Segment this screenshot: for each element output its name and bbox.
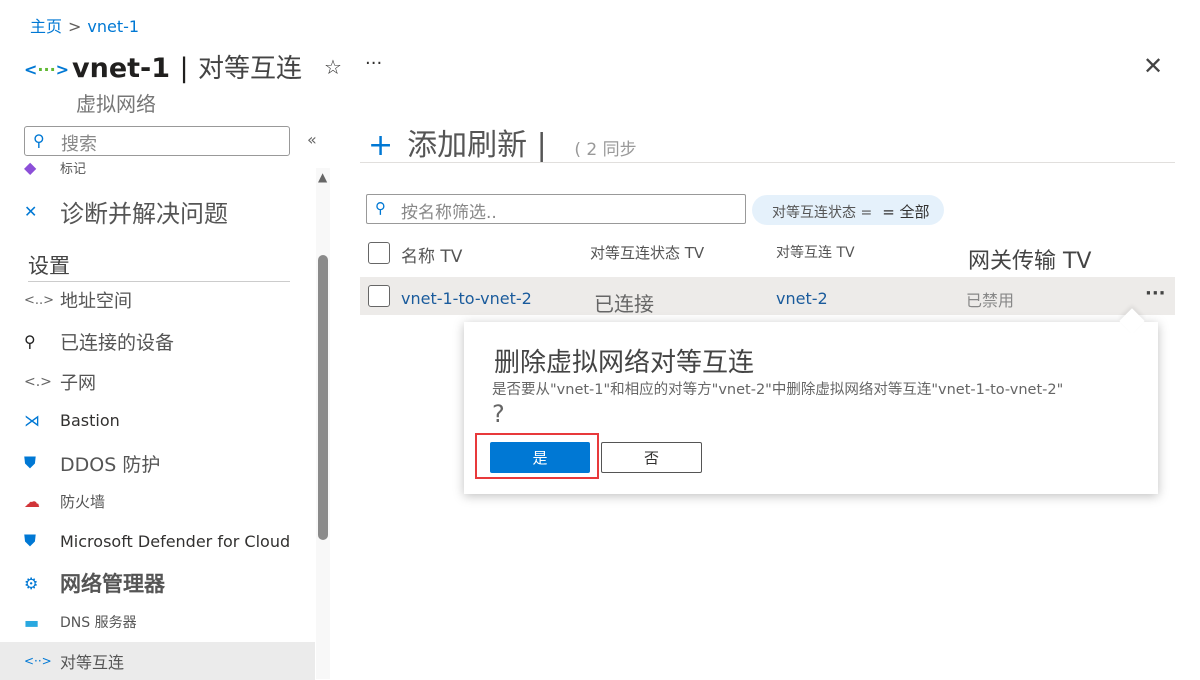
column-header-gateway[interactable]: 网关传输 TV	[968, 243, 1091, 275]
column-header-peer[interactable]: 对等互连 TV	[776, 242, 855, 262]
add-button[interactable]: 添加	[407, 128, 467, 163]
firewall-icon: ☁	[24, 491, 40, 511]
vnet-icon: <···>	[24, 60, 70, 79]
page-name: 对等互连	[197, 54, 302, 84]
sidebar-item-label: 子网	[60, 373, 96, 394]
sidebar-item-label: 网络管理器	[60, 572, 165, 596]
status-filter-pill[interactable]: 对等互连状态 = = 全部	[752, 195, 944, 225]
row-checkbox[interactable]	[368, 285, 390, 307]
defender-shield-icon: ⛊	[24, 531, 37, 550]
sidebar-scrollbar-thumb[interactable]	[318, 255, 328, 540]
refresh-button[interactable]: 刷新	[467, 128, 527, 163]
row-more-button[interactable]: ···	[1145, 283, 1166, 304]
dialog-question-mark: ?	[492, 400, 505, 428]
more-options-button[interactable]: ···	[365, 53, 382, 74]
sync-label: 同步	[602, 140, 637, 160]
peering-status: 已连接	[594, 292, 654, 316]
sidebar-item-firewall[interactable]: ☁ 防火墙	[0, 482, 315, 520]
sidebar-item-dns[interactable]: ▬ DNS 服务器	[0, 603, 315, 641]
dialog-title: 删除虚拟网络对等互连	[494, 348, 755, 378]
shield-icon: ⛊	[24, 453, 37, 472]
address-space-icon: <..>	[24, 292, 55, 308]
peer-link[interactable]: vnet-2	[776, 289, 828, 308]
subnet-icon: <.>	[24, 374, 52, 390]
name-filter-input[interactable]: ⚲ 按名称筛选..	[366, 194, 746, 224]
plug-icon: ⚲	[24, 331, 36, 351]
sync-count: 2	[586, 140, 598, 160]
sidebar-item-label: 防火墙	[60, 492, 106, 511]
sidebar-item-tags[interactable]: ◆ 标记	[0, 150, 315, 184]
sidebar-item-defender[interactable]: ⛊ Microsoft Defender for Cloud	[0, 522, 315, 560]
sidebar-item-label: 对等互连	[60, 653, 125, 672]
dialog-message-text: 是否要从"vnet-1"和相应的对等方"vnet-2"中删除虚拟网络对等互连"v…	[492, 382, 1064, 398]
select-all-checkbox[interactable]	[368, 242, 390, 264]
sidebar-item-label: DNS 服务器	[60, 615, 137, 631]
add-icon[interactable]: +	[368, 128, 393, 163]
sync-button[interactable]: ( 2 同步	[574, 140, 636, 160]
sidebar-item-address-space[interactable]: <..> 地址空间	[0, 281, 315, 319]
resource-name: vnet-1	[72, 53, 171, 84]
bastion-icon: ⋊	[24, 410, 40, 430]
sidebar-item-diagnose[interactable]: ✕ 诊断并解决问题	[0, 192, 315, 230]
breadcrumb: 主页 > vnet-1	[30, 13, 139, 37]
toolbar: + 添加刷新 | ( 2 同步	[368, 120, 637, 164]
filter-pill-value: = 全部	[882, 203, 930, 221]
dns-icon: ▬	[24, 612, 40, 632]
sidebar-item-label: 标记	[60, 161, 87, 177]
dialog-message: 是否要从"vnet-1"和相应的对等方"vnet-2"中删除虚拟网络对等互连"v…	[492, 378, 1152, 430]
delete-confirm-dialog: 删除虚拟网络对等互连 是否要从"vnet-1"和相应的对等方"vnet-2"中删…	[464, 322, 1158, 494]
filter-placeholder: 按名称筛选..	[401, 203, 497, 223]
collapse-sidebar-button[interactable]: «	[307, 130, 317, 149]
peering-icon: <··>	[24, 654, 52, 668]
sidebar-item-connected-devices[interactable]: ⚲ 已连接的设备	[0, 322, 315, 360]
peering-name-link[interactable]: vnet-1-to-vnet-2	[401, 289, 532, 308]
gateway-transit: 已禁用	[966, 291, 1015, 310]
sidebar-item-label: DDOS 防护	[60, 453, 161, 476]
sidebar-item-label: 已连接的设备	[60, 331, 175, 354]
sidebar-item-subnets[interactable]: <.> 子网	[0, 363, 315, 401]
wrench-icon: ✕	[24, 201, 38, 221]
sidebar-item-label: 地址空间	[60, 291, 132, 312]
tag-icon: ◆	[24, 157, 37, 177]
scroll-up-arrow-icon[interactable]: ▲	[318, 170, 327, 184]
toolbar-divider-line	[360, 162, 1175, 163]
network-manager-icon: ⚙	[24, 573, 39, 593]
sidebar-item-ddos[interactable]: ⛊ DDOS 防护	[0, 444, 315, 482]
resource-type: 虚拟网络	[76, 92, 156, 116]
search-icon: ⚲	[375, 199, 386, 217]
favorite-star-icon[interactable]: ☆	[324, 55, 342, 79]
sidebar-item-label: Bastion	[60, 410, 120, 430]
sidebar-item-label: Microsoft Defender for Cloud	[60, 531, 291, 551]
yes-button[interactable]: 是	[490, 442, 590, 473]
search-icon: ⚲	[33, 131, 45, 150]
filter-pill-label: 对等互连状态 =	[772, 205, 873, 221]
settings-section-header: 设置	[28, 250, 290, 282]
title-separator: |	[179, 53, 189, 84]
breadcrumb-current[interactable]: vnet-1	[87, 17, 139, 36]
column-header-status[interactable]: 对等互连状态 TV	[590, 242, 704, 263]
toolbar-divider: |	[527, 128, 547, 163]
sidebar-item-network-manager[interactable]: ⚙ 网络管理器	[0, 564, 315, 602]
sidebar-item-bastion[interactable]: ⋊ Bastion	[0, 401, 315, 439]
breadcrumb-home[interactable]: 主页	[30, 17, 62, 36]
column-header-name[interactable]: 名称 TV	[401, 242, 462, 267]
page-title: vnet-1 | 对等互连	[72, 48, 302, 85]
sidebar-item-label: 诊断并解决问题	[60, 199, 228, 228]
close-icon[interactable]: ✕	[1143, 52, 1163, 80]
no-button[interactable]: 否	[601, 442, 702, 473]
sidebar-item-peerings[interactable]: <··> 对等互连	[0, 642, 315, 680]
breadcrumb-separator: >	[68, 17, 82, 36]
